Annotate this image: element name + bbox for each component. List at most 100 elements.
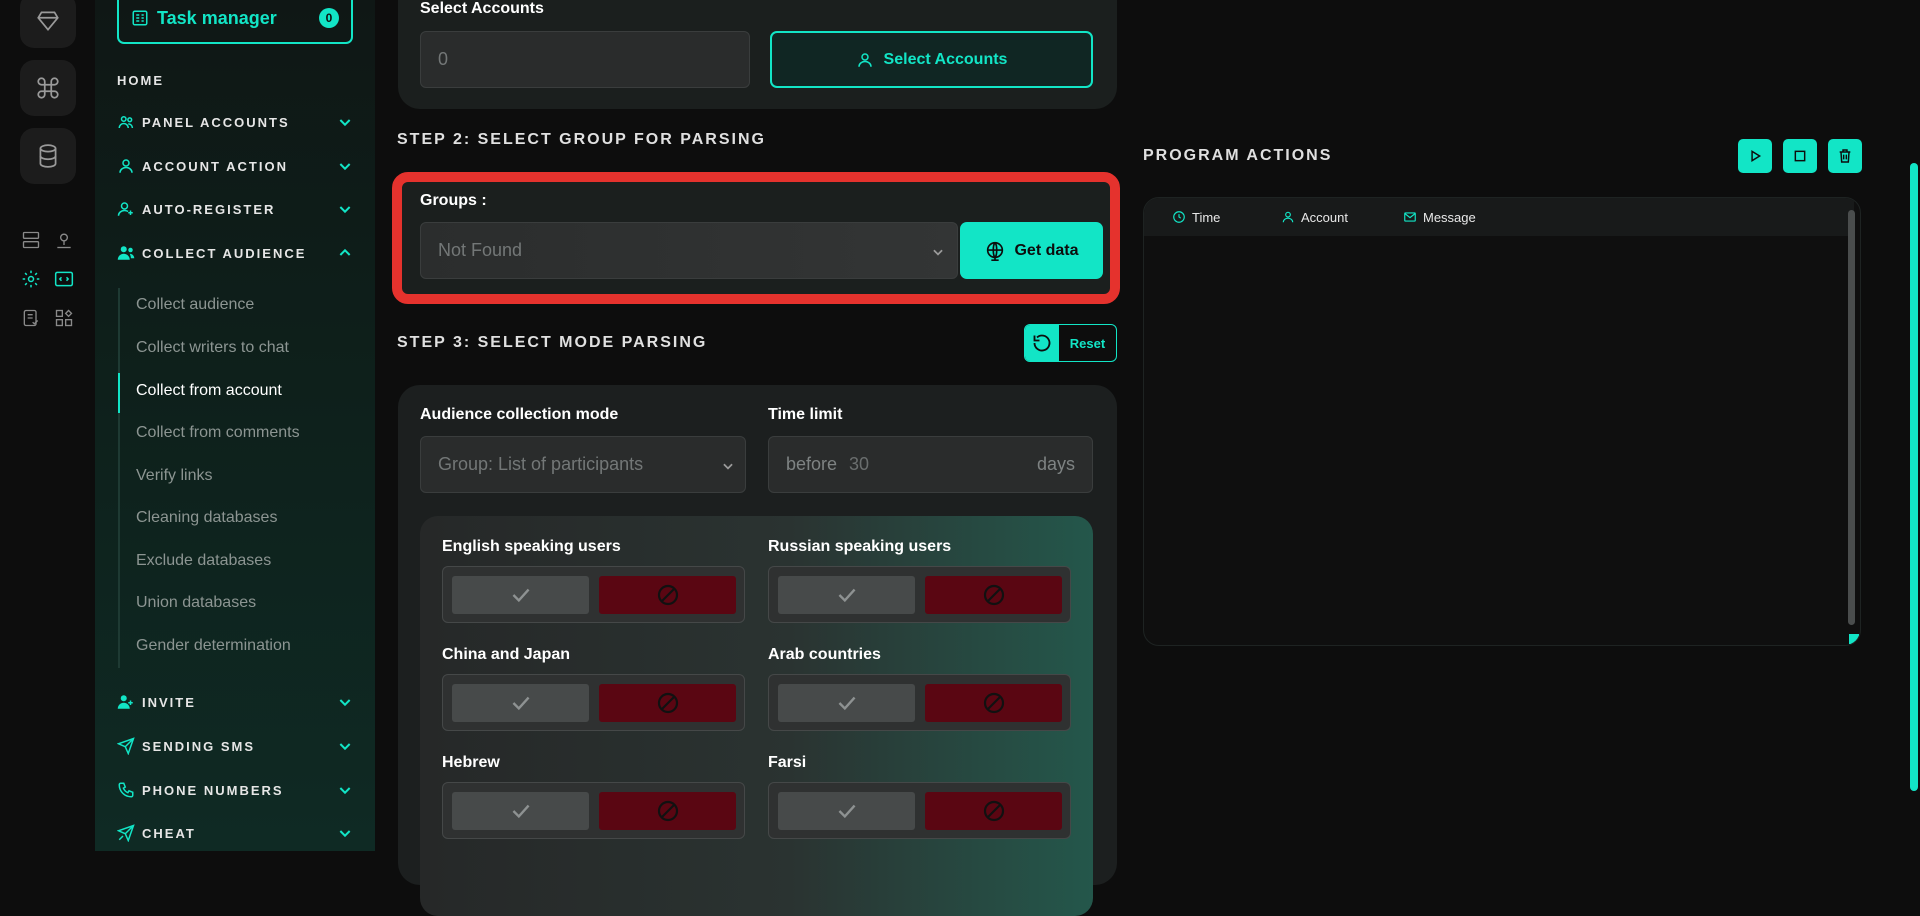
time-limit-label: Time limit (768, 406, 843, 423)
database-icon[interactable] (20, 128, 76, 184)
section-label: PANEL ACCOUNTS (142, 114, 290, 130)
block-button[interactable] (925, 576, 1062, 614)
task-manager-button[interactable]: Task manager 0 (117, 0, 353, 44)
block-button[interactable] (925, 684, 1062, 722)
play-button[interactable] (1738, 139, 1772, 173)
diamond-icon[interactable] (20, 0, 76, 48)
widgets-icon[interactable] (52, 306, 76, 330)
chevron-down-icon (339, 743, 351, 751)
get-data-button[interactable]: Get data (960, 222, 1103, 279)
step2-title: STEP 2: SELECT GROUP FOR PARSING (397, 131, 766, 148)
sidebar-section-auto-register[interactable]: AUTO-REGISTER (117, 197, 353, 221)
groups-select[interactable]: Not Found (420, 222, 958, 279)
log-scrollbar[interactable] (1848, 210, 1855, 625)
section-label: INVITE (142, 694, 196, 710)
select-accounts-title: Select Accounts (420, 0, 544, 17)
command-icon[interactable] (20, 60, 76, 116)
log-table-header: Time Account Message (1144, 198, 1854, 236)
sidebar-item-collect-from-account[interactable]: Collect from account (136, 382, 282, 400)
sidebar-home[interactable]: HOME (117, 73, 164, 88)
mode-select[interactable]: Group: List of participants (420, 436, 746, 493)
allow-button[interactable] (778, 684, 915, 722)
globe-icon (987, 241, 1004, 261)
program-actions-log[interactable]: Time Account Message (1143, 197, 1861, 646)
block-button[interactable] (599, 684, 736, 722)
users-filled-icon (117, 246, 135, 260)
sidebar-section-sending-sms[interactable]: SENDING SMS (117, 734, 353, 758)
sidebar-item-union-databases[interactable]: Union databases (136, 594, 256, 612)
sidebar-item-gender-determination[interactable]: Gender determination (136, 637, 291, 655)
chevron-down-icon (723, 463, 733, 470)
program-actions-title: PROGRAM ACTIONS (1143, 147, 1333, 164)
mode-parsing-card: Audience collection mode Group: List of … (398, 385, 1117, 916)
task-list-icon[interactable] (19, 306, 43, 330)
task-count-badge: 0 (319, 8, 339, 28)
users-icon (118, 116, 134, 129)
ban-icon (983, 800, 1004, 822)
language-filters-panel: English speaking users Russian speaking … (420, 516, 1093, 916)
sidebar-item-collect-writers[interactable]: Collect writers to chat (136, 339, 289, 357)
sidebar-item-collect-from-comments[interactable]: Collect from comments (136, 424, 300, 442)
mail-icon (1404, 212, 1416, 222)
block-button[interactable] (599, 792, 736, 830)
language-toggle-farsi (768, 782, 1071, 839)
allow-button[interactable] (452, 684, 589, 722)
column-account: Account (1281, 210, 1348, 225)
select-accounts-card: Select Accounts 0 Select Accounts (398, 0, 1117, 109)
column-account-label: Account (1301, 209, 1348, 225)
allow-button[interactable] (452, 792, 589, 830)
sidebar-section-collect-audience[interactable]: COLLECT AUDIENCE (117, 241, 353, 265)
check-icon (838, 588, 855, 603)
column-time-label: Time (1192, 209, 1221, 225)
accounts-count-field[interactable]: 0 (420, 31, 750, 88)
server-icon[interactable] (19, 228, 43, 252)
sidebar-item-exclude-databases[interactable]: Exclude databases (136, 552, 271, 570)
sidebar-section-invite[interactable]: INVITE (117, 690, 353, 714)
language-label: Russian speaking users (768, 538, 952, 555)
time-suffix: days (1036, 454, 1075, 474)
task-manager-icon (132, 10, 148, 26)
mode-label: Audience collection mode (420, 406, 619, 423)
code-window-icon[interactable] (52, 267, 76, 291)
ban-icon (983, 692, 1004, 714)
user-plus-filled-icon (117, 695, 133, 709)
groups-select-value: Not Found (438, 240, 523, 260)
resize-handle-icon[interactable] (1849, 634, 1859, 644)
sidebar-item-cleaning-databases[interactable]: Cleaning databases (136, 509, 277, 527)
time-value-input[interactable]: 30 (849, 454, 869, 475)
language-toggle-russian (768, 566, 1071, 623)
reset-button[interactable]: Reset (1024, 324, 1117, 362)
location-user-icon[interactable] (52, 228, 76, 252)
chevron-down-icon (339, 830, 351, 838)
chevron-down-icon (339, 163, 351, 171)
language-label: English speaking users (442, 538, 621, 555)
allow-button[interactable] (452, 576, 589, 614)
gear-icon[interactable] (19, 267, 43, 291)
sidebar-section-cheat[interactable]: CHEAT (117, 821, 353, 845)
block-button[interactable] (599, 576, 736, 614)
time-prefix: before (786, 454, 838, 474)
stop-button[interactable] (1783, 139, 1817, 173)
sidebar-section-panel-accounts[interactable]: PANEL ACCOUNTS (117, 110, 353, 134)
reset-label: Reset (1069, 335, 1106, 351)
user-icon (1282, 211, 1294, 223)
select-accounts-button[interactable]: Select Accounts (770, 31, 1093, 88)
block-button[interactable] (925, 792, 1062, 830)
play-icon (1751, 150, 1762, 162)
sidebar-section-account-action[interactable]: ACCOUNT ACTION (117, 154, 353, 178)
section-label: CHEAT (142, 825, 196, 841)
sidebar-item-verify-links[interactable]: Verify links (136, 467, 212, 485)
sidebar-section-phone-numbers[interactable]: PHONE NUMBERS (117, 778, 353, 802)
refresh-icon (1025, 325, 1059, 361)
time-limit-field[interactable]: before 30 days (768, 436, 1093, 493)
sidebar-item-collect-audience[interactable]: Collect audience (136, 296, 254, 314)
check-icon (838, 696, 855, 711)
select-accounts-button-label: Select Accounts (883, 50, 1008, 68)
step3-title: STEP 3: SELECT MODE PARSING (397, 334, 708, 351)
column-message: Message (1403, 210, 1476, 225)
allow-button[interactable] (778, 576, 915, 614)
clear-button[interactable] (1828, 139, 1862, 173)
allow-button[interactable] (778, 792, 915, 830)
page-scrollbar-thumb[interactable] (1910, 163, 1918, 791)
check-icon (512, 588, 529, 603)
